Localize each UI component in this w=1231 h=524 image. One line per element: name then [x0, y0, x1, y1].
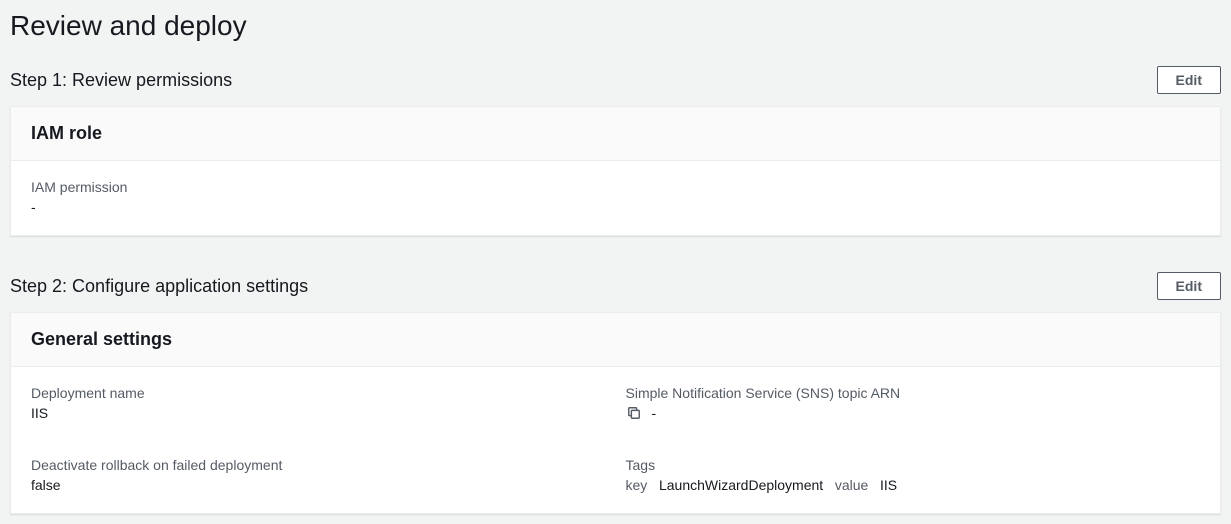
general-settings-panel-title: General settings — [31, 329, 1200, 350]
tags-key-prefix: key — [626, 477, 648, 493]
step2-title: Step 2: Configure application settings — [10, 276, 308, 297]
rollback-value: false — [31, 477, 606, 493]
iam-role-panel-body: IAM permission - — [11, 161, 1220, 235]
page-title: Review and deploy — [10, 10, 1221, 42]
deployment-name-group: Deployment name IIS — [31, 385, 606, 421]
sns-topic-value: - — [652, 405, 657, 421]
general-settings-panel-header: General settings — [11, 313, 1220, 367]
tags-value-value: IIS — [880, 477, 897, 493]
step1-header: Step 1: Review permissions Edit — [10, 66, 1221, 94]
iam-role-panel: IAM role IAM permission - — [10, 106, 1221, 236]
iam-permission-value: - — [31, 199, 1200, 215]
tags-value-line: key LaunchWizardDeployment value IIS — [626, 477, 1201, 493]
iam-role-panel-title: IAM role — [31, 123, 1200, 144]
tags-label: Tags — [626, 457, 1201, 473]
general-settings-panel: General settings Deployment name IIS Sim… — [10, 312, 1221, 514]
step2-edit-button[interactable]: Edit — [1157, 272, 1221, 300]
copy-icon[interactable] — [626, 405, 642, 421]
rollback-label: Deactivate rollback on failed deployment — [31, 457, 606, 473]
tags-key-value: LaunchWizardDeployment — [659, 477, 823, 493]
iam-permission-label: IAM permission — [31, 179, 1200, 195]
iam-role-panel-header: IAM role — [11, 107, 1220, 161]
sns-topic-label: Simple Notification Service (SNS) topic … — [626, 385, 1201, 401]
tags-value-prefix: value — [835, 477, 868, 493]
deployment-name-value: IIS — [31, 405, 606, 421]
rollback-group: Deactivate rollback on failed deployment… — [31, 457, 606, 493]
deployment-name-label: Deployment name — [31, 385, 606, 401]
step2-header: Step 2: Configure application settings E… — [10, 272, 1221, 300]
tags-group: Tags key LaunchWizardDeployment value II… — [626, 457, 1201, 493]
sns-topic-group: Simple Notification Service (SNS) topic … — [626, 385, 1201, 421]
step1-edit-button[interactable]: Edit — [1157, 66, 1221, 94]
general-settings-panel-body: Deployment name IIS Simple Notification … — [11, 367, 1220, 513]
step1-title: Step 1: Review permissions — [10, 70, 232, 91]
